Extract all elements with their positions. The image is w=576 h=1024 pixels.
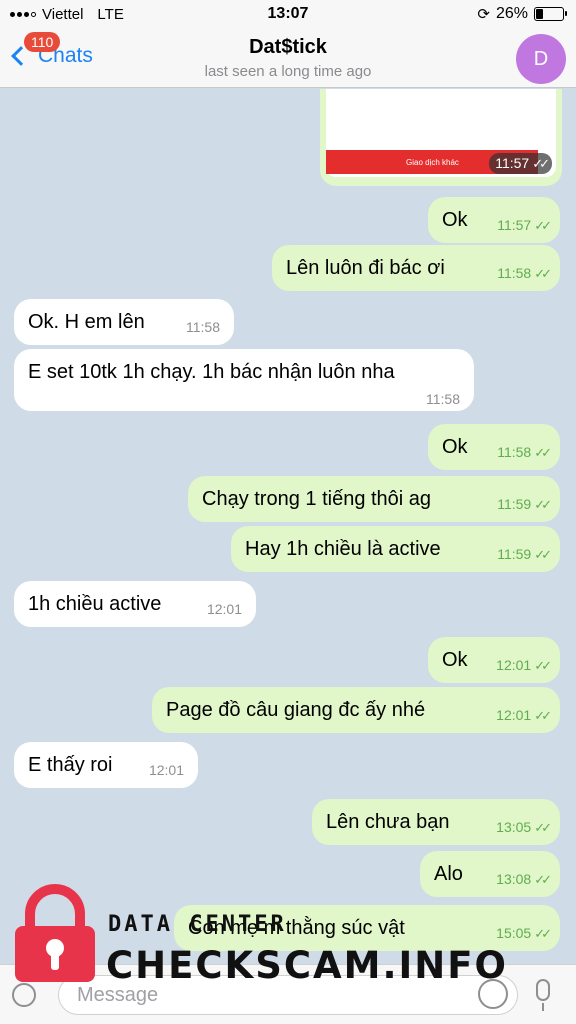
message-text: 1h chiều active <box>28 593 162 615</box>
message-text: Con mẹ m thằng súc vật <box>188 917 405 939</box>
sticker-icon[interactable] <box>478 979 508 1009</box>
message-time-wrap: 11:59 ✓✓ <box>497 492 552 517</box>
read-ticks-icon: ✓✓ <box>534 820 552 835</box>
status-bar: Viettel LTE 13:07 ⟳ 26% <box>0 0 576 30</box>
outgoing-message[interactable]: Page đồ câu giang đc ấy nhé 12:01 ✓✓ <box>152 687 560 733</box>
incoming-message[interactable]: E thấy roi 12:01 <box>14 742 198 788</box>
message-time: 11:57 <box>497 217 532 233</box>
outgoing-message[interactable]: Lên chưa bạn 13:05 ✓✓ <box>312 799 560 845</box>
read-ticks-icon: ✓✓ <box>534 872 552 887</box>
message-time-wrap: 13:05 ✓✓ <box>496 815 552 840</box>
read-ticks-icon: ✓✓ <box>534 266 552 281</box>
image-button-text: Giao dịch khác <box>406 157 459 167</box>
message-text: Ok <box>442 436 468 458</box>
chat-subtitle: last seen a long time ago <box>204 63 372 80</box>
message-time-wrap: 13:08 ✓✓ <box>496 867 552 892</box>
microphone-stem <box>542 1003 544 1011</box>
message-time-wrap: 11:58 <box>186 315 220 339</box>
outgoing-message[interactable]: Ok 12:01 ✓✓ <box>428 637 560 683</box>
outgoing-message[interactable]: Ok 11:57 ✓✓ <box>428 197 560 243</box>
attach-icon[interactable] <box>7 978 41 1012</box>
message-time-wrap: 12:01 <box>149 758 184 782</box>
incoming-message[interactable]: E set 10tk 1h chạy. 1h bác nhận luôn nha… <box>14 349 474 411</box>
message-time: 13:05 <box>496 819 532 835</box>
message-time: 12:01 <box>496 657 532 673</box>
read-ticks-icon: ✓✓ <box>534 708 552 723</box>
message-list[interactable]: Giao dịch khác 11:57 ✓✓ Ok 11:57 ✓✓ Lên luôn… <box>0 89 576 979</box>
message-time-wrap: 15:05 ✓✓ <box>496 921 552 946</box>
read-ticks-icon: ✓✓ <box>534 218 552 233</box>
avatar[interactable]: D <box>516 34 566 84</box>
message-text: Lên luôn đi bác ơi <box>286 257 445 279</box>
outgoing-message[interactable]: Ok 11:58 ✓✓ <box>428 424 560 470</box>
status-right: ⟳ 26% <box>477 5 567 23</box>
message-time: 11:58 <box>426 391 460 407</box>
read-ticks-icon: ✓✓ <box>532 156 550 171</box>
message-text: Ok <box>442 649 468 671</box>
orientation-lock-icon: ⟳ <box>477 6 490 23</box>
message-time: 11:57 <box>495 155 530 171</box>
message-time: 11:59 <box>497 546 532 562</box>
read-ticks-icon: ✓✓ <box>534 547 552 562</box>
message-time-wrap: 11:57 ✓✓ <box>497 213 552 238</box>
message-text: Page đồ câu giang đc ấy nhé <box>166 699 426 721</box>
message-time: 11:58 <box>186 319 220 335</box>
message-text: E set 10tk 1h chạy. 1h bác nhận luôn nha <box>28 361 395 383</box>
read-ticks-icon: ✓✓ <box>534 926 552 941</box>
message-time-wrap: 12:01 <box>207 597 242 621</box>
message-text: E thấy roi <box>28 754 113 776</box>
message-time-wrap: 11:58 ✓✓ <box>497 440 552 465</box>
chat-title[interactable]: Dat$tick <box>0 36 576 59</box>
message-text: Ok. H em lên <box>28 311 145 333</box>
message-time-wrap: 11:58 <box>426 387 460 411</box>
message-input[interactable]: Message <box>58 975 518 1015</box>
message-time: 11:58 <box>497 265 532 281</box>
read-ticks-icon: ✓✓ <box>534 658 552 673</box>
message-time-wrap: 12:01 ✓✓ <box>496 703 552 728</box>
image-time-pill: 11:57 ✓✓ <box>489 153 552 174</box>
incoming-message[interactable]: Ok. H em lên 11:58 <box>14 299 234 345</box>
message-text: Hay 1h chiều là active <box>245 538 441 560</box>
microphone-icon[interactable] <box>536 979 550 1001</box>
incoming-message[interactable]: 1h chiều active 12:01 <box>14 581 256 627</box>
message-time: 12:01 <box>496 707 532 723</box>
outgoing-message[interactable]: Con mẹ m thằng súc vật 15:05 ✓✓ <box>174 905 560 951</box>
message-time-wrap: 11:58 ✓✓ <box>497 261 552 286</box>
read-ticks-icon: ✓✓ <box>534 445 552 460</box>
message-text: Chạy trong 1 tiếng thôi ag <box>202 488 432 510</box>
read-ticks-icon: ✓✓ <box>534 497 552 512</box>
outgoing-message[interactable]: Chạy trong 1 tiếng thôi ag 11:59 ✓✓ <box>188 476 560 522</box>
battery-percent: 26% <box>495 5 528 22</box>
outgoing-message[interactable]: Alo 13:08 ✓✓ <box>420 851 560 897</box>
message-time: 13:08 <box>496 871 532 887</box>
message-text: Lên chưa bạn <box>326 811 450 833</box>
outgoing-message[interactable]: Lên luôn đi bác ơi 11:58 ✓✓ <box>272 245 560 291</box>
message-text: Alo <box>434 863 463 885</box>
message-time-wrap: 11:59 ✓✓ <box>497 542 552 567</box>
message-time: 12:01 <box>206 601 242 617</box>
message-time: 11:59 <box>497 496 532 512</box>
chat-header: Chats 110 Dat$tick last seen a long time… <box>0 30 576 88</box>
input-bar: Message <box>0 964 576 1024</box>
battery-icon <box>534 7 567 21</box>
message-text: Ok <box>442 209 468 231</box>
message-time: 12:01 <box>148 762 184 778</box>
image-message[interactable]: Giao dịch khác 11:57 ✓✓ <box>320 89 562 186</box>
battery-fill <box>536 9 544 19</box>
message-time-wrap: 12:01 ✓✓ <box>496 653 552 678</box>
outgoing-message[interactable]: Hay 1h chiều là active 11:59 ✓✓ <box>231 526 560 572</box>
message-time: 15:05 <box>496 925 532 941</box>
message-time: 11:58 <box>497 444 532 460</box>
